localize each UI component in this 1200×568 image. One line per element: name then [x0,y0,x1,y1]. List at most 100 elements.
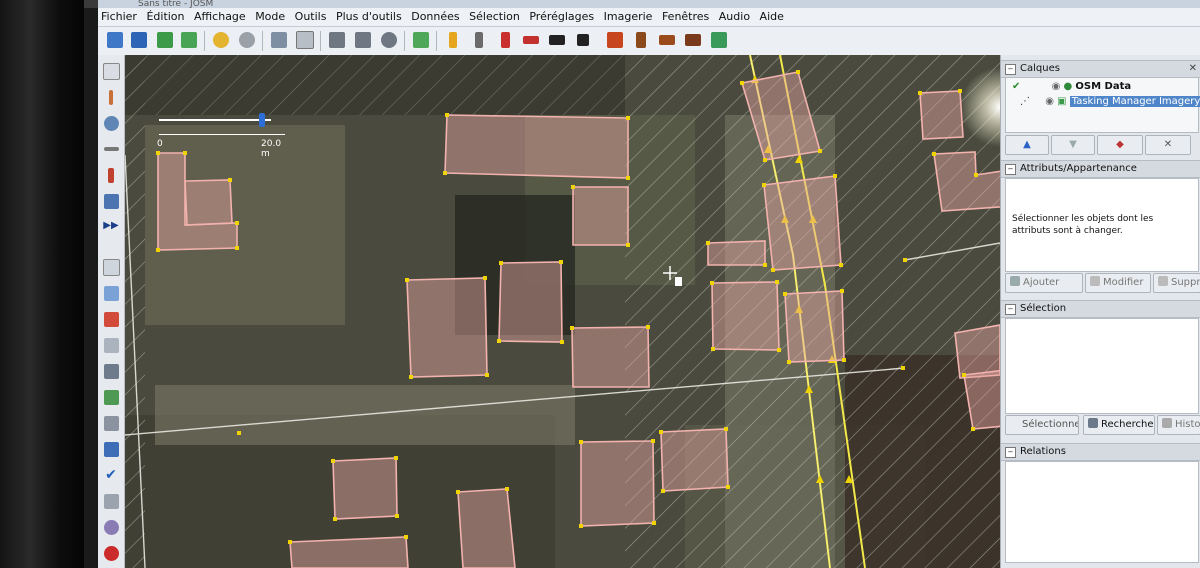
search-button[interactable]: Rechercher ▾ [1083,415,1155,435]
properties-toggle-icon[interactable] [101,335,121,355]
menu-selection[interactable]: Sélection [466,8,523,26]
preset-car-icon[interactable] [546,29,568,51]
conflict-icon[interactable] [101,439,121,459]
menu-fenetres[interactable]: Fenêtres [659,8,712,26]
preset-castle-icon[interactable] [656,29,678,51]
draw-tool-icon[interactable] [101,87,121,107]
map-paint-icon[interactable] [101,257,121,277]
add-tag-button[interactable]: Ajouter [1005,273,1083,293]
collapse-icon[interactable]: − [1005,64,1016,75]
main-toolbar [98,27,1200,56]
attributes-empty-message: Sélectionner les objets dont les attribu… [1012,214,1154,236]
eye-icon[interactable]: ◉ [1052,81,1061,92]
map-mode-toolbar: ▶▶ ✔ [98,55,125,568]
improve-way-icon[interactable] [101,165,121,185]
layer-imagery[interactable]: ⋰ ◉ ▣ Tasking Manager Imagery - #8630 [1012,95,1200,109]
preset-warning-icon[interactable] [604,29,626,51]
select-button[interactable]: Sélectionner ▾ [1005,415,1079,435]
menu-aide[interactable]: Aide [757,8,787,26]
eye-icon[interactable]: ◉ [1045,96,1054,107]
preset-bus-icon[interactable] [572,29,594,51]
menu-plus-outils[interactable]: Plus d'outils [333,8,405,26]
split-way-icon[interactable] [326,29,348,51]
download-icon[interactable] [154,29,176,51]
undo-icon[interactable] [210,29,232,51]
layers-toggle-icon[interactable] [101,309,121,329]
selection-panel-header[interactable]: − Sélection [1001,300,1200,318]
zoom-slider-handle[interactable] [259,113,265,127]
save-icon[interactable] [128,29,150,51]
preset-building-icon[interactable] [708,29,730,51]
stop-icon[interactable] [101,543,121,563]
attributes-panel-header[interactable]: − Attributs/Appartenance [1001,160,1200,178]
move-up-button[interactable]: ▲ [1005,135,1049,155]
side-panels: − Calques ✕ ✔ ◉ ● OSM Data ⋰ ◉ ▣ Tasking … [1000,55,1200,568]
window-title: Sans titre - JOSM [138,0,214,8]
attributes-body: Sélectionner les objets dont les attribu… [1005,178,1199,272]
map-view[interactable]: 0 20.0 m [125,55,1000,568]
layer-osm-data[interactable]: ✔ ◉ ● OSM Data [1012,80,1131,94]
check-icon[interactable]: ✔ [1012,81,1020,92]
history-button[interactable]: Historique [1157,415,1200,435]
delete-tool-icon[interactable] [101,139,121,159]
zoom-to-data-icon[interactable] [268,29,290,51]
combine-way-icon[interactable] [352,29,374,51]
notes-icon[interactable] [101,491,121,511]
relations-panel-header[interactable]: − Relations [1001,443,1200,461]
authors-icon[interactable] [101,413,121,433]
layers-panel-header[interactable]: − Calques ✕ [1001,60,1200,78]
preset-restaurant-icon[interactable] [630,29,652,51]
preset-barrier-icon[interactable] [520,29,542,51]
window-titlebar: Sans titre - JOSM ▭ [98,0,1200,8]
attributes-buttons: Ajouter Modifier Supprimer [1003,273,1200,295]
collapse-icon[interactable]: − [1005,304,1016,315]
edit-tag-button[interactable]: Modifier [1085,273,1151,293]
menu-mode[interactable]: Mode [252,8,288,26]
expand-arrows-icon[interactable]: ▶▶ [101,215,121,235]
selection-list-icon[interactable] [101,361,121,381]
zoom-slider-track[interactable] [159,119,271,121]
upload-icon[interactable] [178,29,200,51]
imagery-icon[interactable] [410,29,432,51]
menu-edition[interactable]: Édition [143,8,187,26]
arrow-down-icon: ▼ [1069,139,1077,150]
scale-line [159,134,285,135]
merge-layer-button[interactable]: ◆ [1097,135,1143,155]
scale-bar: 0 20.0 m [155,113,285,159]
preset-traffic-icon[interactable] [494,29,516,51]
zoom-tool-icon[interactable] [101,113,121,133]
menu-affichage[interactable]: Affichage [191,8,249,26]
menu-fichier[interactable]: Fichier [98,8,140,26]
menu-audio[interactable]: Audio [716,8,753,26]
close-icon[interactable]: ✕ [1189,61,1197,77]
history-icon [1162,418,1172,428]
mappaint-style-icon[interactable] [101,517,121,537]
scale-start-label: 0 [157,139,163,149]
select-tool-icon[interactable] [101,61,121,81]
validator-icon[interactable]: ✔ [101,465,121,485]
open-file-icon[interactable] [104,29,126,51]
redo-icon[interactable] [236,29,258,51]
move-down-button[interactable]: ▼ [1051,135,1095,155]
relation-list-icon[interactable] [101,387,121,407]
josm-window: Sans titre - JOSM ▭ Fichier Édition Affi… [98,0,1200,568]
duplicate-layer-button[interactable]: ✕ [1145,135,1191,155]
menu-donnees[interactable]: Données [408,8,462,26]
menu-imagerie[interactable]: Imagerie [601,8,656,26]
parallel-tool-icon[interactable] [101,191,121,211]
preferences-icon[interactable] [294,29,316,51]
preset-industrial-icon[interactable] [682,29,704,51]
collapse-icon[interactable]: − [1005,447,1016,458]
selection-panel-title: Sélection [1020,303,1067,314]
layers-list: ✔ ◉ ● OSM Data ⋰ ◉ ▣ Tasking Manager Ima… [1005,77,1200,133]
filter-icon[interactable] [101,283,121,303]
layer-osm-data-label: OSM Data [1075,81,1132,92]
reverse-icon[interactable] [378,29,400,51]
collapse-icon[interactable]: − [1005,164,1016,175]
menu-outils[interactable]: Outils [292,8,330,26]
delete-tag-button[interactable]: Supprimer [1153,273,1200,293]
preset-poi-icon[interactable] [442,29,464,51]
preset-road-icon[interactable] [468,29,490,51]
menu-preglages[interactable]: Préréglages [526,8,597,26]
search-label: Rechercher [1101,419,1155,430]
